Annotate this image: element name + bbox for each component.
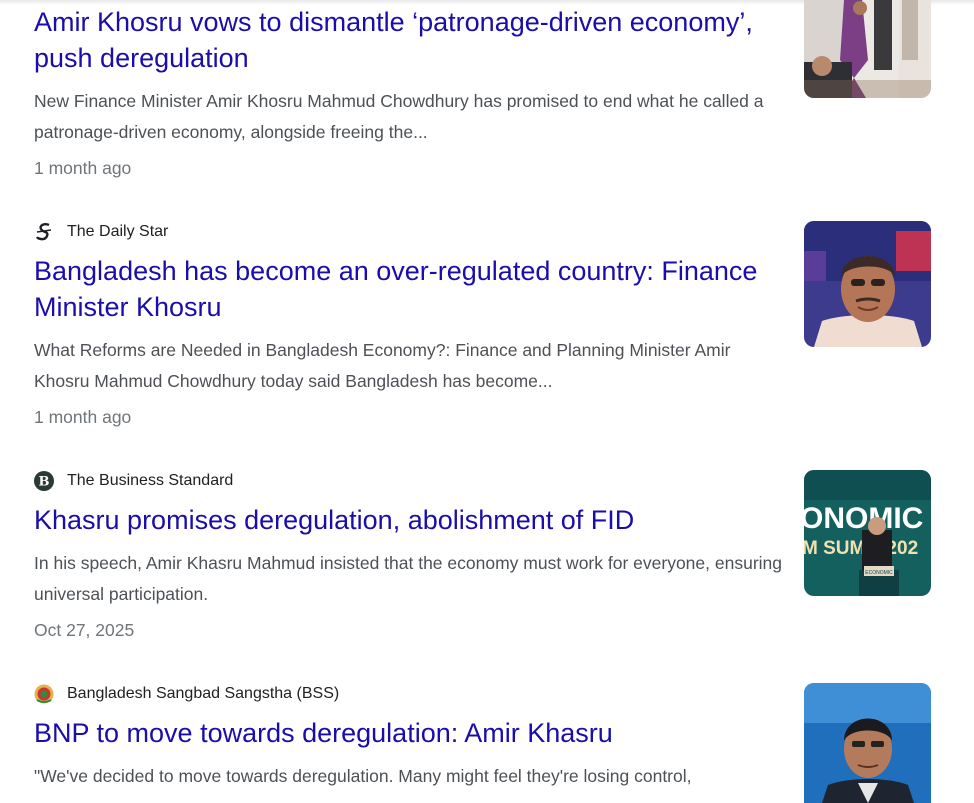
article-snippet: "We've decided to move towards deregulat…: [34, 766, 692, 786]
article-snippet: New Finance Minister Amir Khosru Mahmud …: [34, 91, 764, 142]
article-source[interactable]: Bangladesh Sangbad Sangstha (BSS): [34, 682, 339, 706]
source-name: The Business Standard: [67, 472, 234, 489]
article-snippet: What Reforms are Needed in Bangladesh Ec…: [34, 340, 731, 391]
svg-text:B: B: [39, 475, 50, 490]
thumb-banner-text: M SUMM 202: [804, 538, 918, 559]
article-thumbnail[interactable]: [804, 0, 931, 98]
article-thumbnail[interactable]: [804, 221, 931, 347]
article-headline-link[interactable]: Khasru promises deregulation, abolishmen…: [34, 502, 784, 538]
bss-logo-icon: [34, 684, 54, 704]
daily-star-logo-icon: [34, 222, 54, 242]
article-snippet: In his speech, Amir Khasru Mahmud insist…: [34, 553, 782, 604]
business-standard-logo-icon: B: [34, 471, 54, 491]
article-source[interactable]: B The Business Standard: [34, 469, 233, 493]
article-date: Oct 27, 2025: [34, 620, 135, 640]
article-source[interactable]: The Daily Star: [34, 220, 168, 244]
article-date: 1 month ago: [34, 407, 132, 427]
article-headline-link[interactable]: Bangladesh has become an over-regulated …: [34, 253, 784, 325]
source-name: The Daily Star: [67, 223, 169, 240]
article-headline-link[interactable]: BNP to move towards deregulation: Amir K…: [34, 715, 784, 751]
article-headline-link[interactable]: Amir Khosru vows to dismantle ‘patronage…: [34, 4, 784, 76]
thumb-podium-text: ECONOMIC: [865, 570, 893, 576]
article-thumbnail[interactable]: [804, 683, 931, 803]
article-thumbnail[interactable]: ONOMIC M SUMM 202 ECONOMIC: [804, 470, 931, 596]
article-date: 1 month ago: [34, 158, 132, 178]
source-name: Bangladesh Sangbad Sangstha (BSS): [67, 685, 340, 702]
